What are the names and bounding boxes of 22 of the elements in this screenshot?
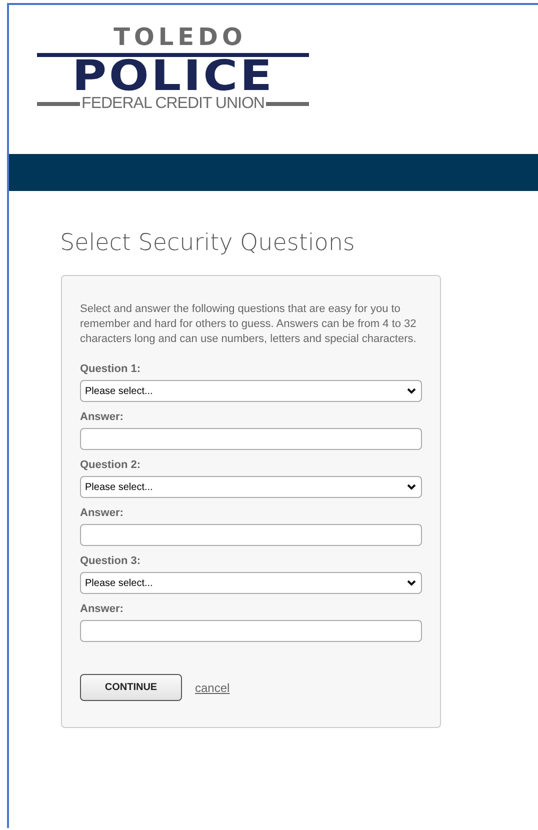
chevron-down-icon	[407, 580, 416, 586]
question-label: Question 2:	[80, 458, 142, 472]
answer-field[interactable]	[80, 524, 422, 546]
question-label: Question 3:	[80, 554, 142, 568]
logo-wordmark: POLICE	[72, 57, 274, 95]
chevron-down-icon	[407, 484, 416, 490]
answer-field[interactable]	[80, 620, 422, 642]
logo-wordmark: TOLEDO	[114, 25, 246, 49]
answer-label: Answer:	[80, 506, 124, 520]
page-title: Select Security Questions	[60, 229, 356, 257]
logo-tagline: FEDERAL CREDIT UNION	[82, 95, 264, 113]
question-label: Question 1:	[80, 362, 142, 376]
instructions-text: Select and answer the following questions that are easy for you to remember and hard for others to guess. Answers can be from 4 to 32 characters long and can use numbers, letters and special characters.	[80, 302, 418, 347]
question-select[interactable]: Please select...	[80, 380, 422, 402]
answer-label: Answer:	[80, 602, 124, 616]
cancel-link[interactable]: cancel	[195, 680, 230, 694]
answer-field[interactable]	[80, 428, 422, 450]
question-select[interactable]: Please select...	[80, 476, 422, 498]
continue-button[interactable]: CONTINUE	[80, 674, 182, 701]
answer-label: Answer:	[80, 410, 124, 424]
chevron-down-icon	[407, 388, 416, 394]
question-select[interactable]: Please select...	[80, 572, 422, 594]
